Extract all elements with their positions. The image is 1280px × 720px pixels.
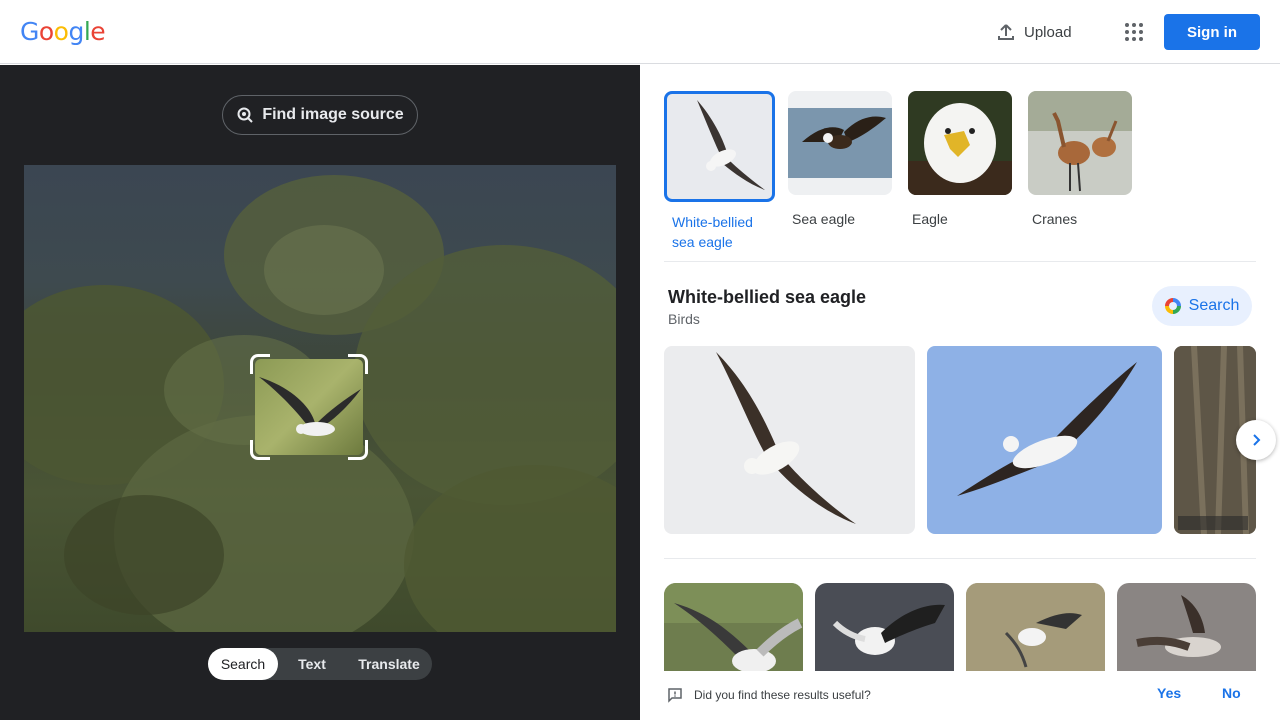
chip-eagle[interactable]: Eagle: [908, 91, 1018, 229]
google-apps-icon[interactable]: [1116, 16, 1148, 48]
tab-search[interactable]: Search: [208, 648, 278, 680]
chip-cranes[interactable]: Cranes: [1028, 91, 1138, 229]
chip-thumbnail: [788, 91, 892, 195]
visual-match-thumbnail[interactable]: [966, 583, 1105, 671]
chip-thumbnail: [908, 91, 1012, 195]
find-image-source-button[interactable]: Find image source: [222, 95, 418, 135]
logo-letter: o: [38, 17, 54, 46]
visual-match-thumbnail[interactable]: [1117, 583, 1256, 671]
gallery-next-button[interactable]: [1236, 420, 1276, 460]
divider: [664, 558, 1256, 559]
divider: [664, 261, 1256, 262]
entity-subtitle: Birds: [668, 311, 700, 327]
entity-search-label: Search: [1188, 297, 1240, 314]
image-gallery: [664, 346, 1256, 534]
chip-thumbnail: [1028, 91, 1132, 195]
tab-translate[interactable]: Translate: [346, 648, 432, 680]
query-photo: [24, 165, 616, 632]
google-g-icon: [1164, 298, 1181, 314]
gallery-image[interactable]: [927, 346, 1162, 534]
related-chips: White-bellied sea eagle Sea eagle Eagle …: [664, 91, 1256, 250]
gallery-image[interactable]: [664, 346, 915, 534]
feedback-yes-button[interactable]: Yes: [1157, 685, 1181, 701]
logo-letter: o: [53, 17, 69, 46]
find-image-source-label: Find image source: [262, 106, 404, 123]
chip-label: Cranes: [1032, 211, 1078, 227]
google-logo[interactable]: Google: [20, 17, 106, 46]
feedback-question: Did you find these results useful?: [694, 688, 871, 702]
results-pane: White-bellied sea eagle Sea eagle Eagle …: [640, 65, 1280, 720]
entity-title: White-bellied sea eagle: [668, 287, 867, 307]
cropped-eagle: [255, 359, 363, 455]
tab-text[interactable]: Text: [278, 648, 346, 680]
upload-label: Upload: [1024, 23, 1072, 41]
upload-button[interactable]: Upload: [986, 14, 1082, 50]
query-image-pane: Find image source Search Text Translate: [0, 65, 640, 720]
top-bar: Google Upload Sign in: [0, 0, 1280, 64]
chip-label: Sea eagle: [792, 211, 856, 227]
crop-selection[interactable]: [250, 354, 368, 460]
visual-match-thumbnail[interactable]: [815, 583, 954, 671]
chip-thumbnail: [664, 91, 775, 202]
chip-label: Eagle: [912, 211, 948, 227]
visual-matches-grid: [664, 583, 1256, 671]
chip-white-bellied-sea-eagle[interactable]: White-bellied sea eagle: [664, 91, 775, 252]
logo-letter: e: [90, 17, 106, 46]
sign-in-button[interactable]: Sign in: [1164, 14, 1260, 50]
upload-icon: [998, 24, 1014, 40]
chip-label: White-bellied sea eagle: [672, 214, 753, 250]
feedback-bar: Did you find these results useful? Yes N…: [640, 671, 1280, 720]
feedback-no-button[interactable]: No: [1222, 685, 1241, 701]
entity-search-button[interactable]: Search: [1152, 286, 1252, 326]
image-search-icon: [237, 107, 254, 123]
lens-mode-tabs: Search Text Translate: [208, 648, 432, 680]
feedback-icon: [668, 688, 682, 703]
visual-match-thumbnail[interactable]: [664, 583, 803, 671]
chevron-right-icon: [1253, 434, 1261, 446]
logo-letter: g: [68, 17, 84, 46]
logo-letter: G: [20, 17, 39, 46]
chip-sea-eagle[interactable]: Sea eagle: [788, 91, 898, 229]
